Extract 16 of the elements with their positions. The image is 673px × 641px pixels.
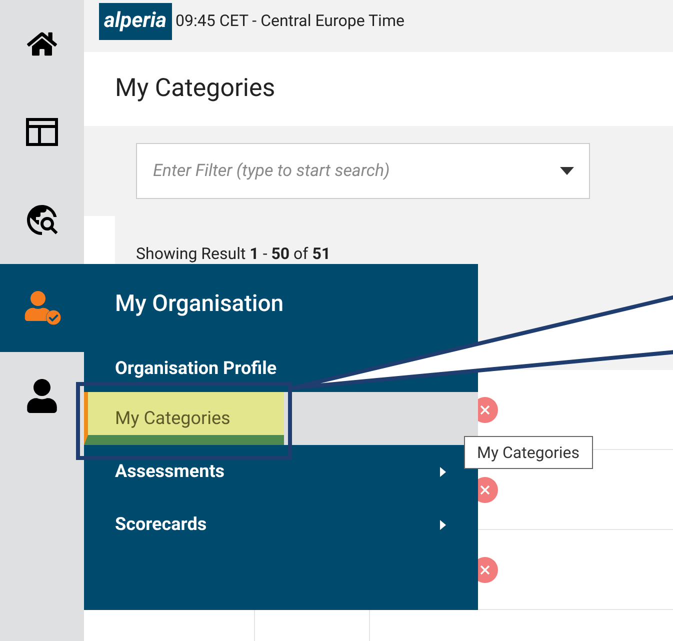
submenu-arrow-icon — [440, 466, 446, 476]
globe-search-icon — [24, 202, 60, 238]
filter-field[interactable]: Enter Filter (type to start search) — [136, 143, 590, 199]
menu-item[interactable]: My Categories — [84, 392, 478, 445]
user-check-icon — [23, 291, 61, 325]
current-time: 09:45 CET - Central Europe Time — [176, 10, 404, 32]
result-summary: Showing Result 1 - 50 of 51 — [136, 244, 331, 263]
user-icon — [25, 379, 59, 413]
tooltip: My Categories — [464, 436, 593, 469]
menu-title: My Organisation — [115, 288, 284, 319]
dropdown-caret-icon — [560, 167, 574, 175]
menu-item[interactable]: Scorecards — [84, 498, 478, 551]
layout-icon — [26, 118, 58, 146]
page-title: My Categories — [115, 73, 276, 106]
submenu-arrow-icon — [440, 520, 446, 530]
logo: alperia — [99, 3, 172, 40]
